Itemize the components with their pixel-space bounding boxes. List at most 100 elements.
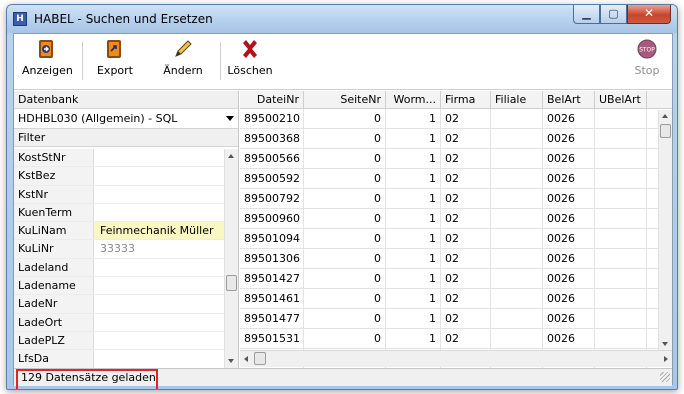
filter-row[interactable]: KstNr (14, 185, 238, 204)
table-cell (491, 289, 543, 308)
column-header[interactable]: UBelArt (595, 91, 647, 108)
delete-x-icon (239, 38, 261, 60)
table-row[interactable]: 89501461 0 1 02 0026 (240, 289, 672, 309)
table-cell: 02 (441, 249, 491, 268)
table-row[interactable]: 89501477 0 1 02 0026 (240, 309, 672, 329)
filter-value-input[interactable] (94, 259, 238, 276)
column-header[interactable]: Filiale (491, 91, 543, 108)
export-button[interactable]: Export (92, 38, 138, 86)
stop-label: Stop (634, 64, 660, 77)
filter-value-input[interactable]: Feinmechanik Müller (94, 222, 238, 240)
table-cell: 0 (304, 229, 386, 248)
filter-value-input[interactable] (94, 314, 238, 331)
filter-row[interactable]: Ladeland (14, 258, 238, 278)
table-cell: 0026 (543, 309, 595, 328)
table-cell: 0 (304, 109, 386, 128)
filter-value-input[interactable] (94, 167, 238, 184)
table-cell (491, 269, 543, 288)
table-cell: 0 (304, 129, 386, 148)
table-row[interactable]: 89501094 0 1 02 0026 (240, 229, 672, 249)
table-cell: 0026 (543, 329, 595, 348)
database-select[interactable]: HDHBL030 (Allgemein) - SQL (14, 109, 238, 129)
table-cell: 0 (304, 329, 386, 348)
table-row[interactable]: 89500210 0 1 02 0026 (240, 109, 672, 129)
filter-row[interactable]: LadePLZ (14, 331, 238, 351)
filter-row[interactable]: KuLiNam Feinmechanik Müller (14, 222, 238, 241)
table-row[interactable]: 89500960 0 1 02 0026 (240, 209, 672, 229)
table-row[interactable]: 89501306 0 1 02 0026 (240, 249, 672, 269)
filter-row[interactable]: KuLiNr 33333 (14, 240, 238, 259)
edit-button[interactable]: Ändern (160, 38, 206, 86)
table-cell (595, 229, 647, 248)
filter-row[interactable]: LadeOrt (14, 313, 238, 332)
filter-row[interactable]: KstBez (14, 167, 238, 186)
filter-value-input[interactable]: 33333 (94, 240, 238, 257)
table-cell: 1 (386, 329, 441, 348)
column-header[interactable]: Worm... (386, 91, 441, 108)
table-cell (491, 309, 543, 328)
database-select-value: HDHBL030 (Allgemein) - SQL (18, 112, 178, 125)
table-cell (595, 249, 647, 268)
filter-value-input[interactable] (94, 204, 238, 221)
filter-row[interactable]: KostStNr (14, 149, 238, 168)
scroll-thumb[interactable] (660, 124, 671, 138)
table-cell: 89500368 (240, 129, 304, 148)
table-cell: 89500792 (240, 189, 304, 208)
table-cell: 89501531 (240, 329, 304, 348)
filter-scrollbar[interactable] (224, 149, 238, 368)
filter-row[interactable]: Ladename (14, 277, 238, 296)
title-bar[interactable]: H HABEL - Suchen und Ersetzen ▁ ▢ ✕ (7, 5, 677, 33)
filter-name: KostStNr (14, 149, 94, 167)
column-header[interactable]: Firma (441, 91, 491, 108)
table-cell (491, 189, 543, 208)
table-cell (491, 329, 543, 348)
column-header[interactable]: BelArt (543, 91, 595, 108)
filter-row[interactable]: LadeNr (14, 295, 238, 314)
filter-value-input[interactable] (94, 186, 238, 203)
filter-row[interactable]: LfsDa (14, 350, 238, 368)
filter-row[interactable]: KuenTerm (14, 203, 238, 223)
minimize-button[interactable]: ▁ (573, 5, 600, 24)
chevron-down-icon (226, 116, 234, 121)
filter-value-input[interactable] (94, 149, 238, 166)
toolbar-separator (82, 42, 83, 80)
table-cell: 02 (441, 209, 491, 228)
resize-grip[interactable] (660, 372, 670, 382)
grid-hscrollbar[interactable] (240, 350, 672, 367)
scroll-down-icon[interactable] (662, 342, 668, 346)
maximize-button[interactable]: ▢ (600, 5, 627, 24)
grid-vscrollbar[interactable] (658, 110, 672, 350)
table-row[interactable]: 89500566 0 1 02 0026 (240, 149, 672, 169)
filter-name: LadeNr (14, 295, 94, 313)
stop-button[interactable]: STOP Stop (628, 38, 666, 86)
table-cell: 0 (304, 289, 386, 308)
scroll-down-icon[interactable] (228, 359, 234, 363)
table-row[interactable]: 89501427 0 1 02 0026 (240, 269, 672, 289)
table-cell (595, 129, 647, 148)
toolbar: Anzeigen Export Ändern Löschen STOP Stop (14, 34, 672, 90)
filter-name: KuenTerm (14, 203, 94, 222)
table-cell (595, 289, 647, 308)
scroll-up-icon[interactable] (228, 154, 234, 158)
table-row[interactable]: 89501531 0 1 02 0026 (240, 329, 672, 349)
delete-button[interactable]: Löschen (227, 38, 273, 86)
scroll-thumb[interactable] (226, 275, 237, 291)
show-button[interactable]: Anzeigen (22, 38, 73, 86)
scroll-left-icon[interactable] (244, 356, 248, 362)
column-header[interactable]: DateiNr (240, 91, 304, 108)
filter-value-input[interactable] (94, 332, 238, 349)
column-header[interactable]: SeiteNr (304, 91, 386, 108)
scroll-up-icon[interactable] (662, 114, 668, 118)
table-row[interactable]: 89500368 0 1 02 0026 (240, 129, 672, 149)
scroll-right-icon[interactable] (664, 356, 668, 362)
table-cell: 0 (304, 189, 386, 208)
table-cell: 0026 (543, 189, 595, 208)
filter-value-input[interactable] (94, 350, 238, 367)
filter-value-input[interactable] (94, 277, 238, 294)
svg-text:STOP: STOP (639, 47, 655, 54)
filter-value-input[interactable] (94, 295, 238, 312)
table-row[interactable]: 89500792 0 1 02 0026 (240, 189, 672, 209)
scroll-thumb[interactable] (254, 352, 266, 365)
close-button[interactable]: ✕ (627, 5, 671, 24)
table-row[interactable]: 89500592 0 1 02 0026 (240, 169, 672, 189)
